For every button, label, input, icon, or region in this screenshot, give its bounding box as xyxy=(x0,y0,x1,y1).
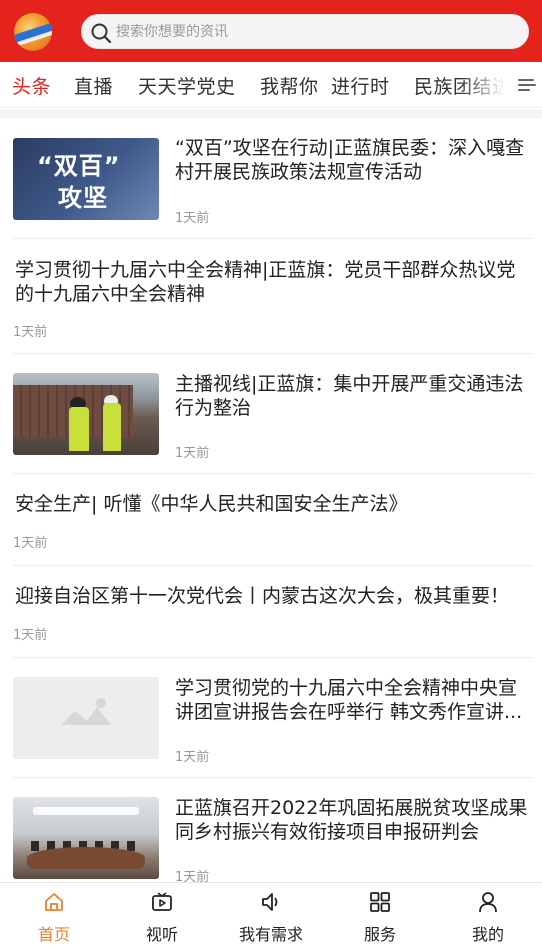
bottom-nav: 首页 视听 我有需求 服务 我的 xyxy=(0,882,542,946)
nav-service[interactable]: 服务 xyxy=(326,883,434,946)
news-item[interactable]: 学习贯彻党的十九届六中全会精神中央宣讲团宣讲报告会在呼举行 韩文秀作宣讲... … xyxy=(13,658,533,778)
news-thumbnail xyxy=(13,797,159,879)
news-title: “双百”攻坚在行动|正蓝旗民委：深入嘎查村开展民族政策法规宣传活动 xyxy=(175,137,525,183)
news-title: 安全生产| 听懂《中华人民共和国安全生产法》 xyxy=(15,493,408,515)
news-title: 迎接自治区第十一次党代会丨内蒙古这次大会，极其重要！ xyxy=(15,585,510,607)
news-title: 学习贯彻党的十九届六中全会精神中央宣讲团宣讲报告会在呼举行 韩文秀作宣讲... xyxy=(175,677,523,723)
news-thumbnail: “双百” 攻坚 xyxy=(13,138,159,220)
news-thumbnail xyxy=(13,373,159,455)
nav-video[interactable]: 视听 xyxy=(108,883,216,946)
video-icon xyxy=(152,892,172,911)
category-tabs: 头条 直播 天天学党史 我帮你 进行时 民族团结进 xyxy=(0,62,542,108)
user-icon xyxy=(479,892,497,913)
news-item[interactable]: 正蓝旗召开2022年巩固拓展脱贫攻坚成果同乡村振兴有效衔接项目申报研判会 1天前 xyxy=(13,778,533,888)
news-thumbnail xyxy=(13,677,159,759)
tab-live[interactable]: 直播 xyxy=(74,72,113,99)
menu-icon[interactable] xyxy=(516,74,538,96)
news-title: 正蓝旗召开2022年巩固拓展脱贫攻坚成果同乡村振兴有效衔接项目申报研判会 xyxy=(175,797,528,843)
nav-label: 首页 xyxy=(37,925,70,944)
news-item[interactable]: 学习贯彻十九届六中全会精神|正蓝旗：党员干部群众热议党的十九届六中全会精神 1天… xyxy=(13,239,533,354)
section-divider xyxy=(0,109,542,118)
nav-label: 我的 xyxy=(471,925,504,944)
thumbnail-caption: “双百” xyxy=(37,152,121,180)
tab-help[interactable]: 我帮你 xyxy=(260,72,319,99)
news-time: 1天前 xyxy=(13,628,48,643)
nav-home[interactable]: 首页 xyxy=(0,883,108,946)
tab-in-progress[interactable]: 进行时 xyxy=(331,72,390,99)
nav-label: 我有需求 xyxy=(238,925,303,944)
tab-party-history[interactable]: 天天学党史 xyxy=(138,72,236,99)
nav-label: 服务 xyxy=(363,925,396,944)
search-input[interactable] xyxy=(116,19,516,45)
search-bar[interactable] xyxy=(81,14,529,49)
thumbnail-caption: 攻坚 xyxy=(58,184,108,212)
news-item[interactable]: 迎接自治区第十一次党代会丨内蒙古这次大会，极其重要！ 1天前 xyxy=(13,566,533,658)
app-logo[interactable] xyxy=(14,13,52,51)
news-item[interactable]: 安全生产| 听懂《中华人民共和国安全生产法》 1天前 xyxy=(13,474,533,566)
tab-toutiao[interactable]: 头条 xyxy=(12,72,51,99)
news-time: 1天前 xyxy=(175,750,210,765)
tab-fade xyxy=(460,62,516,107)
news-time: 1天前 xyxy=(175,446,210,461)
nav-profile[interactable]: 我的 xyxy=(434,883,542,946)
speaker-icon xyxy=(262,893,278,911)
news-title: 主播视线|正蓝旗：集中开展严重交通违法行为整治 xyxy=(175,373,524,419)
search-icon xyxy=(91,23,112,44)
top-header xyxy=(0,0,542,62)
news-title: 学习贯彻十九届六中全会精神|正蓝旗：党员干部群众热议党的十九届六中全会精神 xyxy=(15,259,516,305)
news-item[interactable]: 主播视线|正蓝旗：集中开展严重交通违法行为整治 1天前 xyxy=(13,354,533,474)
image-placeholder-icon xyxy=(61,698,111,725)
nav-label: 视听 xyxy=(145,925,178,944)
home-icon xyxy=(45,893,63,911)
news-time: 1天前 xyxy=(175,211,210,226)
grid-icon xyxy=(370,892,390,912)
news-time: 1天前 xyxy=(13,536,48,551)
news-time: 1天前 xyxy=(13,325,48,340)
nav-request[interactable]: 我有需求 xyxy=(217,883,325,946)
news-item[interactable]: “双百” 攻坚 “双百”攻坚在行动|正蓝旗民委：深入嘎查村开展民族政策法规宣传活… xyxy=(13,118,533,239)
